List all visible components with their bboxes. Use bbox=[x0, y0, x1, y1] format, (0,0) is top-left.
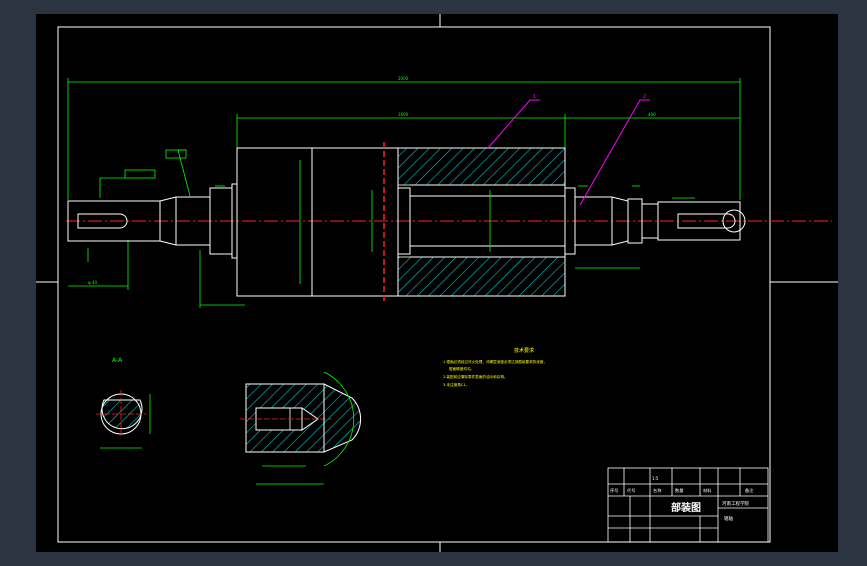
title-block-scale: 1:5 bbox=[652, 476, 659, 481]
part-ref-2: 2 bbox=[643, 94, 646, 100]
part-ref-1: 1 bbox=[533, 94, 536, 100]
note-line: 1.辊面必须经过淬火处理，淬硬层深度必须达到图纸要求的深度， bbox=[443, 359, 547, 364]
title-block-school: 河南工程学院 bbox=[722, 500, 749, 507]
svg-text:1600: 1600 bbox=[398, 112, 409, 117]
note-line: 辊面硬度均匀。 bbox=[449, 366, 474, 371]
assembly-drawing: 2000 1600 400 φ 40 1 2 A-A 技术要求 1.辊面必须经过… bbox=[36, 14, 838, 552]
header-cell: 数量 bbox=[675, 487, 683, 494]
header-cell: 名称 bbox=[653, 487, 661, 494]
roller-section-hatch-top bbox=[397, 147, 566, 186]
section-label: A-A bbox=[112, 357, 123, 364]
note-line: 3.未注倒角C1。 bbox=[443, 382, 469, 387]
svg-text:φ 40: φ 40 bbox=[88, 280, 97, 285]
header-cell: 代号 bbox=[627, 487, 635, 494]
note-line: 2.装配前应清除零件表面的油污和杂物。 bbox=[443, 374, 508, 379]
header-cell: 备注 bbox=[745, 487, 754, 494]
svg-text:400: 400 bbox=[648, 112, 656, 117]
header-cell: 材料 bbox=[703, 487, 712, 494]
notes-title: 技术要求 bbox=[514, 347, 534, 354]
header-cell: 序号 bbox=[610, 487, 618, 494]
title-block-drawing-no: 辊轴 bbox=[724, 515, 733, 522]
cad-viewport[interactable]: 2000 1600 400 φ 40 1 2 A-A 技术要求 1.辊面必须经过… bbox=[0, 0, 867, 562]
title-block-main-title: 部装图 bbox=[671, 501, 701, 514]
roller-section-hatch-bottom bbox=[397, 256, 566, 297]
svg-text:2000: 2000 bbox=[398, 76, 409, 81]
